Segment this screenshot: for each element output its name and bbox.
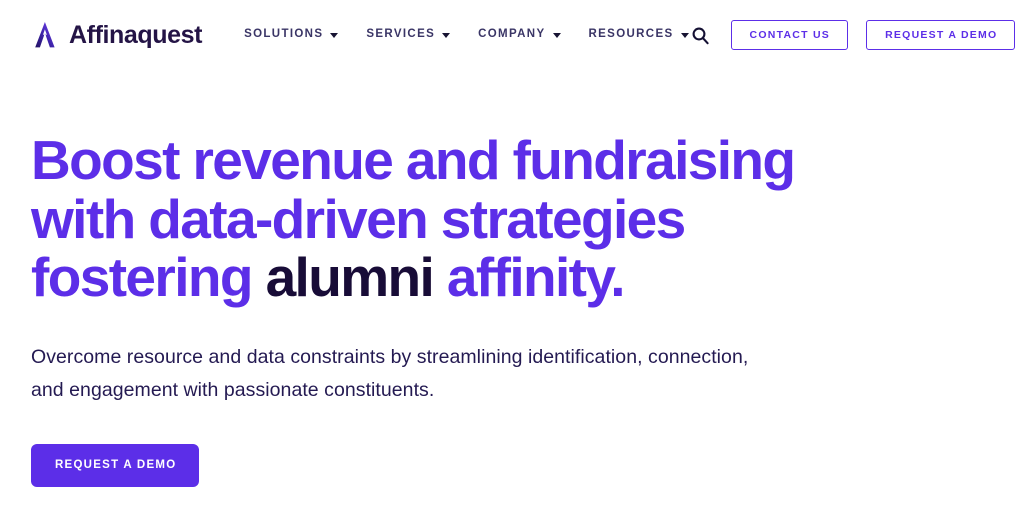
brand-logo-link[interactable]: Affinaquest [30, 20, 203, 50]
search-button[interactable] [689, 23, 713, 47]
nav-item-company[interactable]: COMPANY [478, 28, 561, 41]
chevron-down-icon [552, 33, 561, 38]
hero-title-line-3-suffix: affinity. [433, 246, 626, 308]
hero-title-line-3-prefix: fostering [31, 246, 266, 308]
nav-item-label: SOLUTIONS [244, 28, 324, 41]
site-header: Affinaquest SOLUTIONS SERVICES COMPANY R… [0, 0, 1024, 70]
hero-section: Boost revenue and fundraising with data-… [0, 70, 1024, 487]
request-a-demo-header-button[interactable]: REQUEST A DEMO [866, 19, 1016, 51]
page-title: Boost revenue and fundraising with data-… [31, 131, 931, 307]
hero-title-line-1: Boost revenue and fundraising [31, 129, 796, 191]
search-icon [691, 26, 710, 45]
header-actions: CONTACT US REQUEST A DEMO [689, 19, 1016, 51]
main-navigation: SOLUTIONS SERVICES COMPANY RESOURCES [244, 28, 689, 41]
nav-item-label: COMPANY [478, 28, 546, 41]
hero-title-line-2: with data-driven strategies [31, 187, 686, 250]
hero-title-highlight-alumni: alumni [265, 246, 435, 308]
chevron-down-icon [330, 33, 339, 38]
chevron-down-icon [680, 33, 689, 38]
hero-subtitle-line-2: and engagement with passionate constitue… [31, 378, 435, 401]
nav-item-label: RESOURCES [588, 28, 674, 41]
affinaquest-a-mark-icon [30, 20, 60, 50]
hero-subtitle-line-1: Overcome resource and data constraints b… [31, 345, 749, 368]
chevron-down-icon [442, 33, 451, 38]
nav-item-resources[interactable]: RESOURCES [589, 29, 689, 41]
nav-item-services[interactable]: SERVICES [366, 28, 451, 41]
contact-us-button[interactable]: CONTACT US [730, 19, 849, 51]
brand-wordmark: Affinaquest [69, 20, 203, 49]
request-a-demo-cta-button[interactable]: REQUEST A DEMO [31, 443, 200, 487]
hero-subtitle: Overcome resource and data constraints b… [31, 341, 981, 407]
nav-item-solutions[interactable]: SOLUTIONS [244, 28, 339, 41]
nav-item-label: SERVICES [366, 28, 436, 41]
